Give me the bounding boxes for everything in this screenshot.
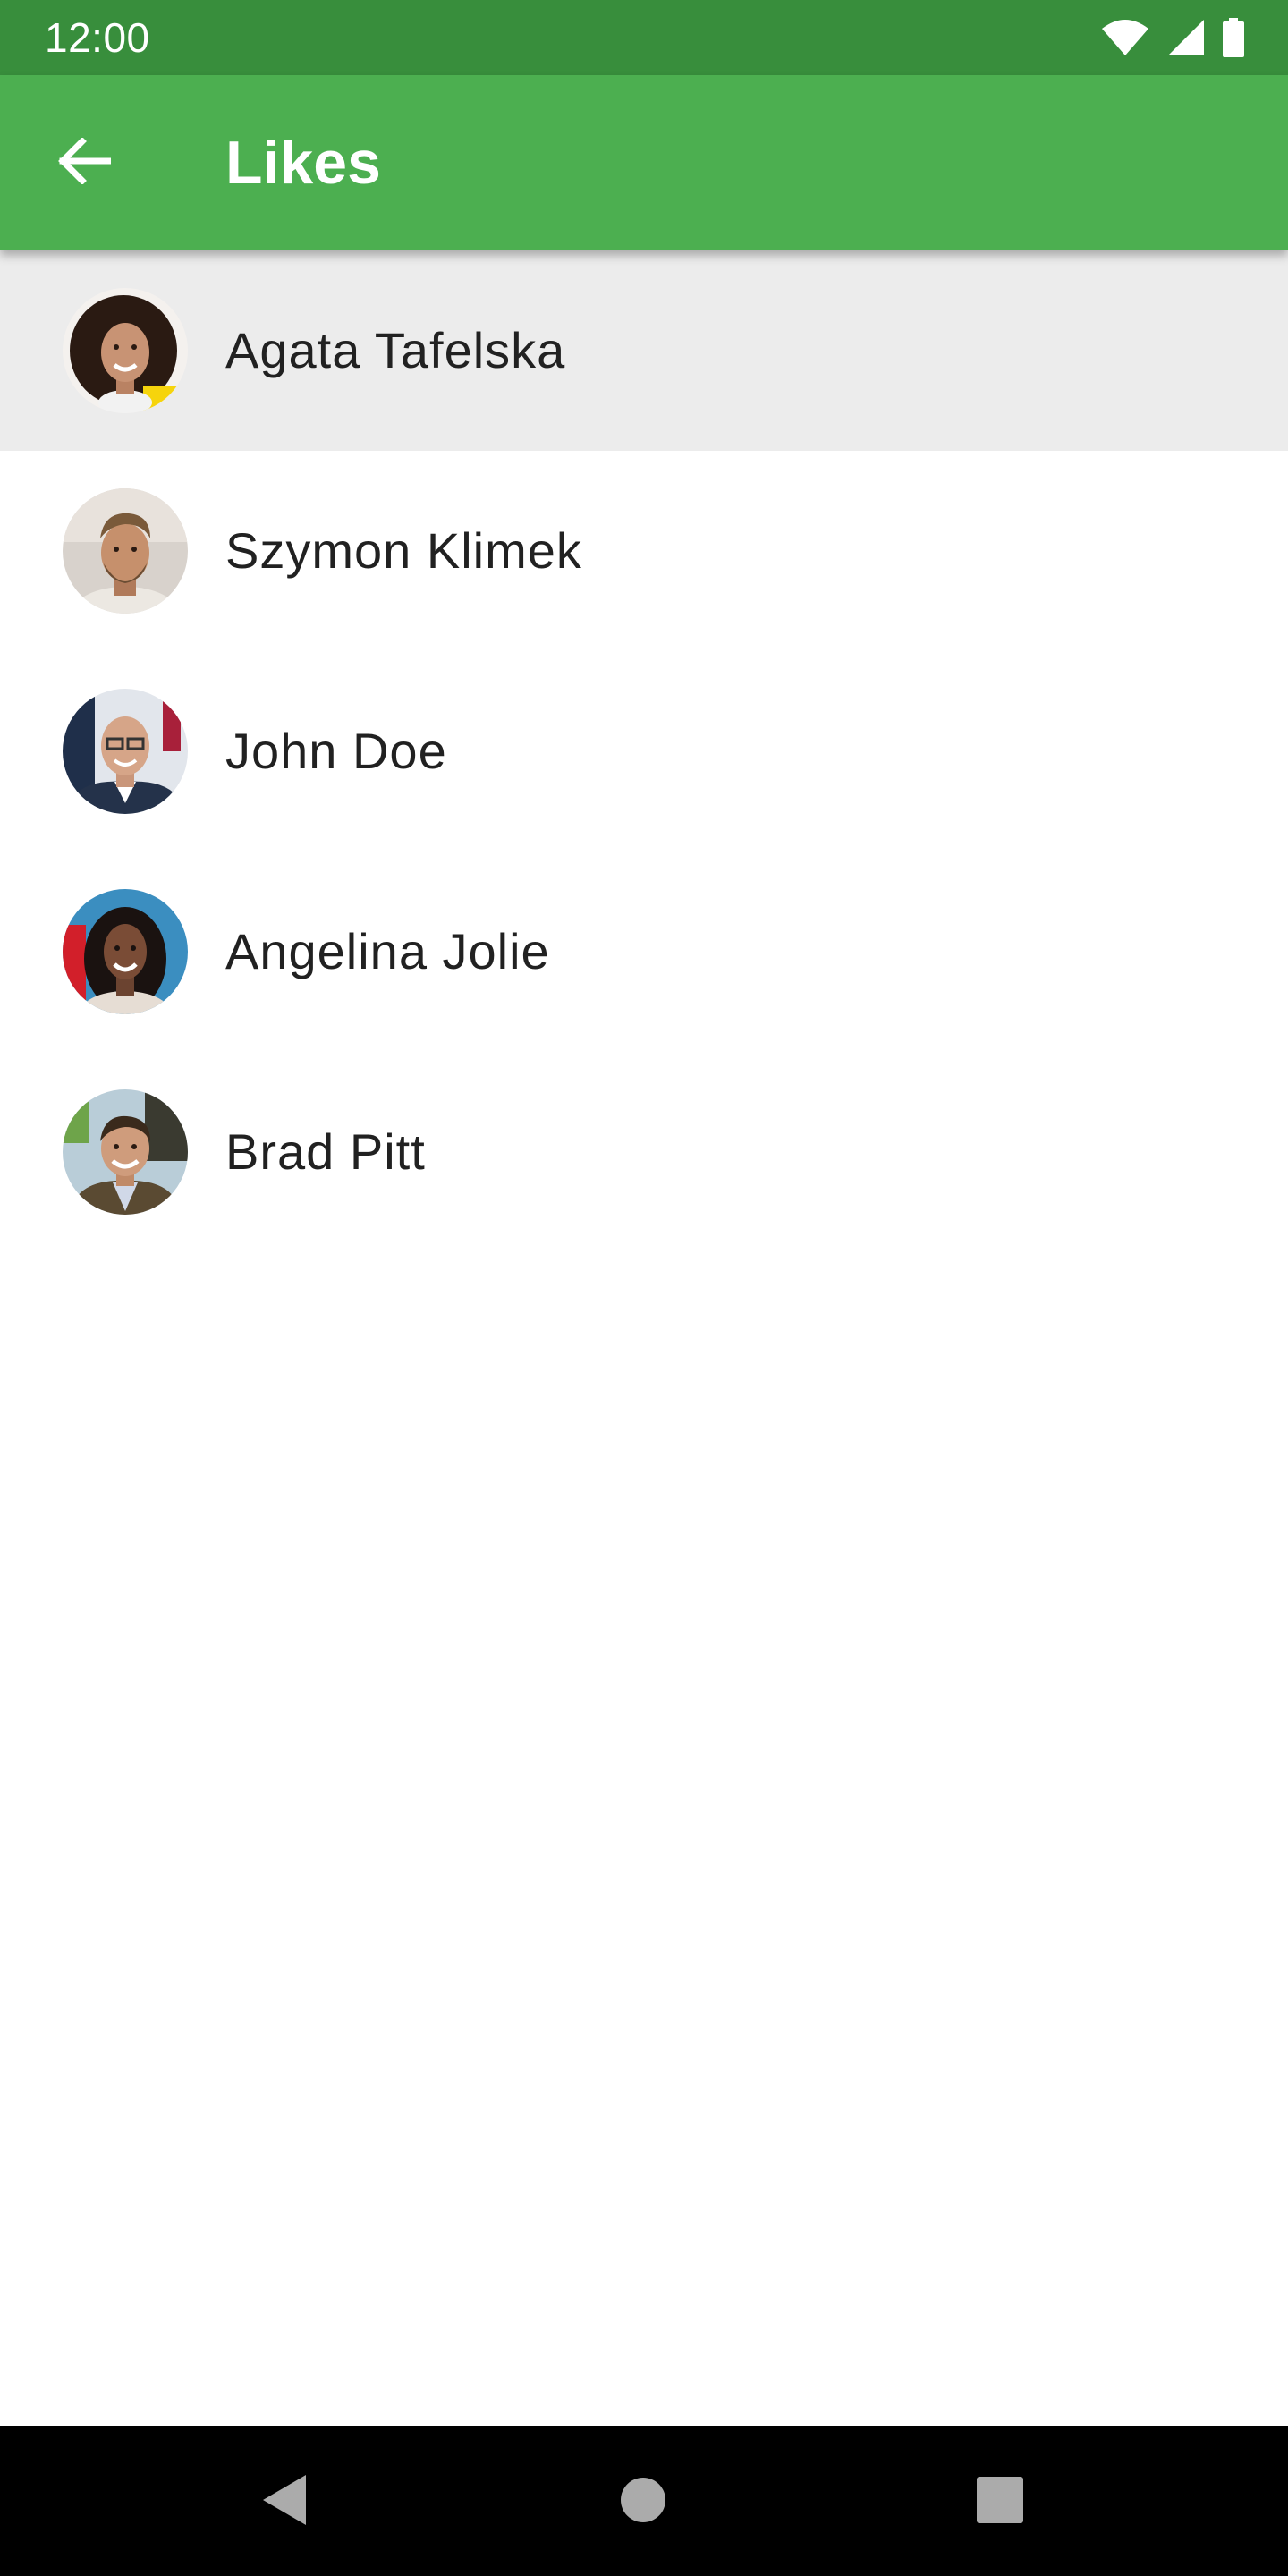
list-item-name: Agata Tafelska bbox=[225, 322, 566, 378]
nav-home-icon bbox=[619, 2476, 667, 2529]
avatar bbox=[63, 1089, 188, 1215]
back-button[interactable] bbox=[43, 122, 125, 204]
list-item-name: Brad Pitt bbox=[225, 1123, 426, 1180]
page-title: Likes bbox=[225, 129, 381, 197]
nav-back-icon bbox=[258, 2471, 311, 2533]
list-item-name: John Doe bbox=[225, 723, 447, 779]
avatar bbox=[63, 288, 188, 413]
list-item-name: Angelina Jolie bbox=[225, 923, 550, 979]
avatar bbox=[63, 889, 188, 1014]
list-item[interactable]: Brad Pitt bbox=[0, 1052, 1288, 1252]
list-item[interactable]: John Doe bbox=[0, 651, 1288, 852]
list-item[interactable]: Szymon Klimek bbox=[0, 451, 1288, 651]
navigation-bar bbox=[0, 2426, 1288, 2576]
battery-icon bbox=[1222, 18, 1245, 57]
avatar bbox=[63, 488, 188, 614]
nav-recents-icon bbox=[976, 2476, 1024, 2529]
cellular-signal-icon bbox=[1166, 18, 1206, 57]
status-time: 12:00 bbox=[45, 14, 150, 61]
list-item[interactable]: Angelina Jolie bbox=[0, 852, 1288, 1052]
nav-back-button[interactable] bbox=[253, 2470, 316, 2533]
list-item-name: Szymon Klimek bbox=[225, 522, 582, 579]
wifi-icon bbox=[1100, 18, 1150, 57]
avatar bbox=[63, 689, 188, 814]
likes-screen: 12:00 Likes Agata Tafelska Szymon Klimek… bbox=[0, 0, 1288, 2576]
list-item[interactable]: Agata Tafelska bbox=[0, 250, 1288, 451]
status-bar: 12:00 bbox=[0, 0, 1288, 75]
arrow-left-icon bbox=[57, 136, 113, 189]
likes-list: Agata Tafelska Szymon Klimek John Doe An… bbox=[0, 250, 1288, 1252]
status-icons bbox=[1100, 18, 1245, 57]
nav-recents-button[interactable] bbox=[969, 2470, 1031, 2533]
nav-home-button[interactable] bbox=[612, 2470, 674, 2533]
app-bar: Likes bbox=[0, 75, 1288, 250]
